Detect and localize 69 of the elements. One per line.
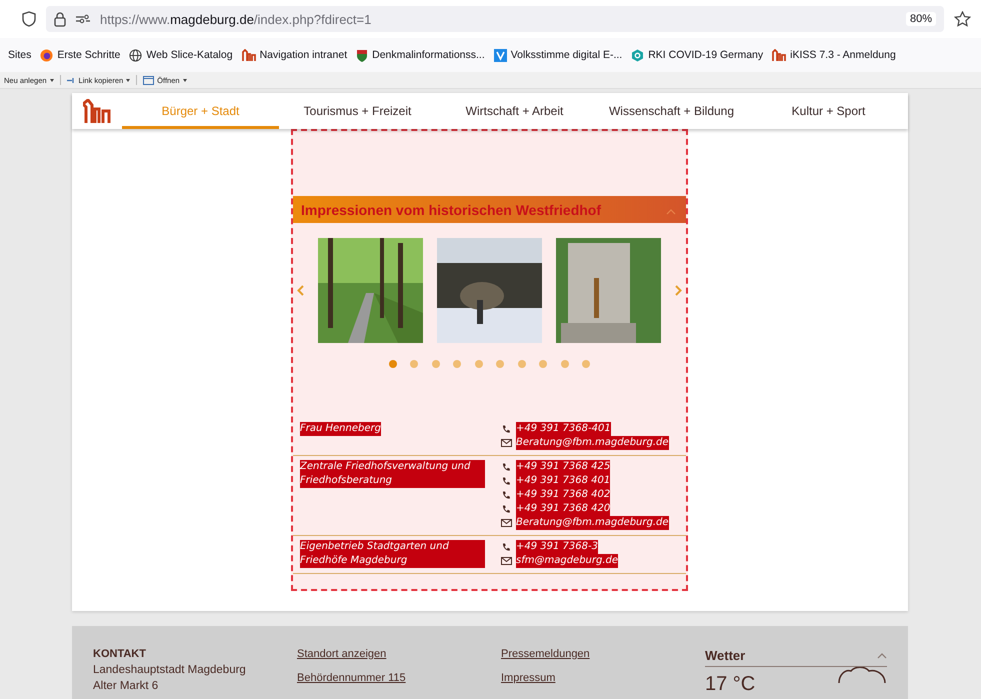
phone-link[interactable]: +49 391 7368-3 xyxy=(516,540,598,554)
city-logo-icon xyxy=(242,49,256,61)
slide-indicator[interactable] xyxy=(560,360,569,368)
city-logo-icon[interactable] xyxy=(83,99,111,123)
section-title: Impressionen vom historischen Westfriedhof xyxy=(301,202,602,218)
address-line: Landeshauptstadt Magdeburg xyxy=(93,664,247,676)
address-bar[interactable]: https://www.magdeburg.de/index.php?fdirect=1 80% xyxy=(46,6,944,32)
slide-indicator[interactable] xyxy=(388,360,397,368)
bookmark-link[interactable]: Denkmalinformationss... xyxy=(372,49,485,61)
window-icon xyxy=(143,76,154,84)
cloud-icon xyxy=(837,667,887,683)
zoom-level[interactable]: 80% xyxy=(906,12,936,26)
slide-indicator[interactable] xyxy=(582,360,590,368)
nav-tab[interactable]: Tourismus + Freizeit xyxy=(279,93,436,129)
slide-indicator[interactable] xyxy=(539,360,548,368)
slide-indicator[interactable] xyxy=(496,360,504,368)
shield-icon xyxy=(22,11,36,27)
link-icon xyxy=(66,76,76,84)
star-icon[interactable] xyxy=(954,11,971,27)
city-logo-icon xyxy=(772,49,786,61)
bookmark-link[interactable]: Erste Schritte xyxy=(57,49,120,61)
envelope-icon xyxy=(500,557,512,565)
bookmark-link[interactable]: iKISS 7.3 - Anmeldung xyxy=(790,49,896,61)
slide-indicator[interactable] xyxy=(453,360,462,368)
bookmark-link[interactable]: Volksstimme digital E-... xyxy=(510,49,622,61)
phone-link[interactable]: +49 391 7368 401 xyxy=(516,474,610,488)
slide-indicator[interactable] xyxy=(518,360,526,368)
lock-icon xyxy=(54,12,66,26)
nav-tab[interactable]: Wirtschaft + Arbeit xyxy=(436,93,593,129)
temperature: 17 °C xyxy=(705,673,756,696)
newspaper-logo-icon xyxy=(494,48,507,62)
hexagon-logo-icon xyxy=(631,48,644,62)
phone-link[interactable]: +49 391 7368-401 xyxy=(516,422,611,436)
envelope-icon xyxy=(500,439,512,447)
contact-heading: KONTAKT xyxy=(93,648,147,660)
envelope-icon xyxy=(500,519,512,527)
phone-icon xyxy=(502,424,510,434)
crest-icon xyxy=(356,48,368,62)
url-text: https://www.magdeburg.de/index.php?fdirect=1 xyxy=(100,12,372,26)
slide-indicator[interactable] xyxy=(432,360,440,368)
permissions-icon xyxy=(76,14,90,24)
nav-tab[interactable]: Wissenschaft + Bildung xyxy=(593,93,750,129)
collapse-caret-icon[interactable] xyxy=(877,652,887,658)
phone-link[interactable]: +49 391 7368 402 xyxy=(516,488,610,502)
contact-name: Zentrale Friedhofsverwaltung und Friedhofsberatung xyxy=(300,460,485,488)
email-link[interactable]: sfm@magdeburg.de xyxy=(516,554,618,568)
nav-tab[interactable]: Kultur + Sport xyxy=(750,93,907,129)
browser-logo-icon xyxy=(40,48,54,62)
phone-link[interactable]: +49 391 7368 420 xyxy=(516,502,610,516)
footer-link[interactable]: Behördennummer 115 xyxy=(297,672,501,684)
email-link[interactable]: Beratung@fbm.magdeburg.de xyxy=(516,436,669,450)
email-link[interactable]: Beratung@fbm.magdeburg.de xyxy=(516,516,669,530)
footer-link[interactable]: Impressum xyxy=(501,672,705,684)
address-line: Alter Markt 6 xyxy=(93,680,160,692)
contact-name: Frau Henneberg xyxy=(300,422,381,436)
globe-icon xyxy=(129,48,142,62)
slide-indicator[interactable] xyxy=(474,360,483,368)
contact-name: Eigenbetrieb Stadtgarten und Friedhöfe Magdeburg xyxy=(300,540,485,568)
phone-link[interactable]: +49 391 7368 425 xyxy=(516,460,610,474)
collapse-caret-icon[interactable] xyxy=(666,208,676,214)
bookmark-link[interactable]: Navigation intranet xyxy=(260,49,348,61)
slide-indicator[interactable] xyxy=(410,360,418,368)
footer-link[interactable]: Pressemeldungen xyxy=(501,648,705,660)
bookmark-link[interactable]: RKI COVID-19 Germany xyxy=(648,49,764,61)
bookmark-link[interactable]: Sites xyxy=(8,49,32,61)
bookmark-link[interactable]: Web Slice-Katalog xyxy=(146,49,233,61)
weather-title: Wetter xyxy=(705,648,746,663)
phone-icon xyxy=(502,542,510,552)
footer-link[interactable]: Standort anzeigen xyxy=(297,648,501,660)
